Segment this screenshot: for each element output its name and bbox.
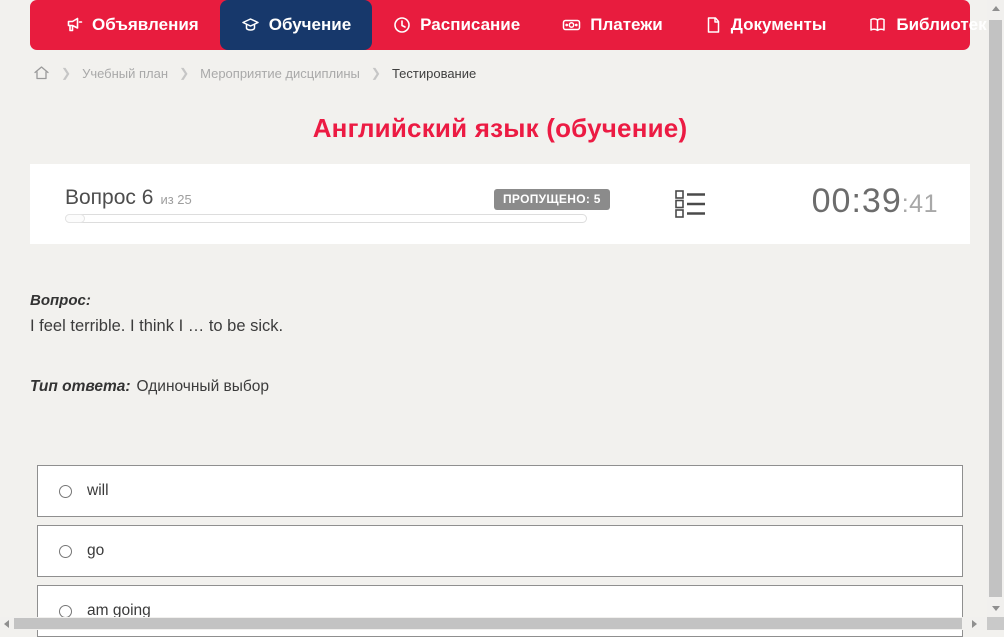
breadcrumb-separator-icon: ❯ [370,66,381,80]
nav-item-label: Расписание [420,15,521,34]
scroll-up-button[interactable] [987,0,1004,17]
timer-minutes: 00:39 [811,182,902,220]
nav-item-label: Платежи [590,15,663,34]
breadcrumb-item-curriculum[interactable]: Учебный план [82,66,168,81]
skipped-badge: ПРОПУЩЕНО: 5 [494,189,610,210]
scroll-left-button[interactable] [0,617,13,630]
answer-option-go[interactable]: go [37,525,963,577]
document-icon [705,16,722,34]
breadcrumb-item-discipline-event[interactable]: Мероприятие дисциплины [200,66,360,81]
answer-option-will[interactable]: will [37,465,963,517]
question-list-icon[interactable] [675,190,706,223]
question-header-card: Вопрос 6 из 25 ПРОПУЩЕНО: 5 00:39:41 [30,164,970,244]
answer-type-value: Одиночный выбор [136,378,270,395]
horizontal-scrollbar-thumb[interactable] [14,618,962,629]
nav-item-documents[interactable]: Документы [684,0,848,50]
nav-item-schedule[interactable]: Расписание [372,0,541,50]
timer: 00:39:41 [812,182,938,221]
nav-item-learning[interactable]: Обучение [219,0,373,50]
timer-seconds: :41 [901,190,938,218]
nav-item-label: Документы [730,15,827,34]
graduation-cap-icon [241,16,260,34]
triangle-up-icon [991,6,1000,11]
breadcrumb-separator-icon: ❯ [179,66,190,80]
home-icon[interactable] [33,65,50,81]
radio-button[interactable] [59,545,72,558]
answer-type-label: Тип ответа: [30,378,131,395]
main-nav: Объявления Обучение Расписание Платежи Д… [30,0,996,50]
triangle-right-icon [972,619,977,628]
question-text: I feel terrible. I think I … to be sick. [30,317,284,335]
nav-item-label: Объявления [92,15,199,34]
nav-item-label: Обучение [268,15,352,34]
nav-item-announcements[interactable]: Объявления [44,0,220,50]
page-title: Английский язык (обучение) [312,113,688,143]
clock-icon [393,16,411,34]
question-total: из 25 [160,192,192,207]
radio-button[interactable] [59,485,72,498]
vertical-scrollbar[interactable] [987,0,1004,617]
question-heading: Вопрос: [30,292,91,309]
horizontal-scrollbar[interactable] [0,617,987,630]
question-number: Вопрос 6 из 25 [65,186,192,210]
nav-item-library[interactable]: Библиотека [847,0,1004,50]
open-book-icon [868,16,887,34]
triangle-left-icon [4,619,9,628]
scrollbar-corner [987,617,1004,630]
nav-item-label: Библиотека [896,15,997,34]
breadcrumb: ❯ Учебный план ❯ Мероприятие дисциплины … [33,63,476,83]
megaphone-icon [65,16,83,34]
answer-type: Тип ответа: Одиночный выбор [30,378,269,396]
question-progress-fill [65,214,85,223]
nav-item-payments[interactable]: Платежи [541,0,684,50]
question-number-label: Вопрос 6 [65,186,154,209]
vertical-scrollbar-thumb[interactable] [989,20,1002,597]
triangle-down-icon [991,606,1000,611]
scroll-right-button[interactable] [968,617,981,630]
breadcrumb-item-testing: Тестирование [391,65,477,81]
scroll-down-button[interactable] [987,600,1004,617]
banknote-icon [562,16,581,34]
question-progress-bar [65,214,587,223]
breadcrumb-separator-icon: ❯ [61,66,72,80]
answer-option-label: will [87,482,109,499]
answer-option-label: go [87,542,105,559]
